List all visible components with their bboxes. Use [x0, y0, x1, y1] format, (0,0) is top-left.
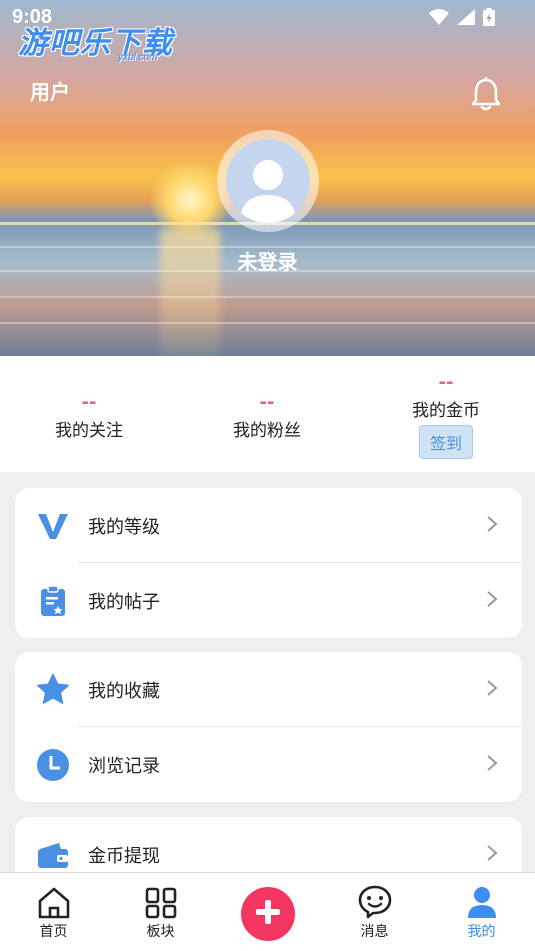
menu-card-1: 我的等级 我的帖子	[15, 488, 522, 638]
tab-home[interactable]: 首页	[0, 873, 107, 951]
stat-following[interactable]: -- 我的关注	[0, 356, 178, 472]
level-v-icon	[33, 506, 73, 546]
home-icon	[0, 873, 107, 919]
signal-icon	[457, 9, 475, 29]
stat-fans[interactable]: -- 我的粉丝	[178, 356, 356, 472]
chevron-right-icon	[486, 679, 498, 701]
tab-label: 板块	[146, 924, 175, 940]
menu-item-label: 我的等级	[88, 516, 160, 538]
stats-bar: -- 我的关注 -- 我的粉丝 -- 我的金币 签到	[0, 356, 535, 472]
following-count: --	[81, 392, 97, 413]
notification-bell-icon[interactable]	[466, 74, 506, 114]
grid-icon	[107, 873, 214, 919]
menu-item-label: 浏览记录	[88, 755, 160, 777]
clipboard-icon	[33, 581, 73, 621]
page-title: 用户	[30, 80, 70, 104]
clock-icon	[33, 745, 73, 785]
menu-item-level[interactable]: 我的等级	[15, 488, 522, 563]
menu-item-label: 我的收藏	[88, 680, 160, 702]
tab-label: 首页	[39, 924, 68, 940]
coins-count: --	[438, 372, 454, 393]
menu-card-2: 我的收藏 浏览记录	[15, 652, 522, 802]
avatar[interactable]	[217, 130, 319, 232]
wallet-icon	[33, 835, 73, 875]
tab-boards[interactable]: 板块	[107, 873, 214, 951]
tab-mine[interactable]: 我的	[428, 873, 535, 951]
stat-coins[interactable]: -- 我的金币 签到	[357, 356, 535, 472]
menu-item-label: 我的帖子	[88, 591, 160, 613]
sign-in-button[interactable]: 签到	[418, 425, 473, 459]
following-label: 我的关注	[55, 421, 123, 441]
default-avatar-icon	[226, 139, 310, 223]
star-icon	[33, 670, 73, 710]
tab-label: 消息	[360, 924, 389, 940]
message-icon	[321, 873, 428, 919]
menu-item-label: 金币提现	[88, 845, 160, 867]
battery-icon	[483, 8, 495, 30]
menu-item-posts[interactable]: 我的帖子	[15, 563, 522, 638]
create-post-button[interactable]	[241, 887, 295, 941]
chevron-right-icon	[486, 590, 498, 612]
tab-label: 我的	[467, 924, 496, 940]
menu-item-favorites[interactable]: 我的收藏	[15, 652, 522, 727]
chevron-right-icon	[486, 754, 498, 776]
bottom-tab-bar: 首页 板块 消息 我的	[0, 872, 535, 951]
fans-label: 我的粉丝	[233, 421, 301, 441]
watermark-sub: yxbl.com	[118, 52, 158, 63]
fans-count: --	[259, 392, 275, 413]
chevron-right-icon	[486, 515, 498, 537]
tab-messages[interactable]: 消息	[321, 873, 428, 951]
menu-item-history[interactable]: 浏览记录	[15, 727, 522, 802]
coins-label: 我的金币	[412, 401, 480, 421]
chevron-right-icon	[486, 844, 498, 866]
wifi-icon	[429, 9, 449, 29]
user-icon	[428, 873, 535, 919]
plus-icon	[255, 899, 281, 929]
login-status-label[interactable]: 未登录	[0, 246, 535, 275]
profile-header-banner: 9:08 游吧乐下载 yxbl.com 用户 未登录	[0, 0, 535, 356]
